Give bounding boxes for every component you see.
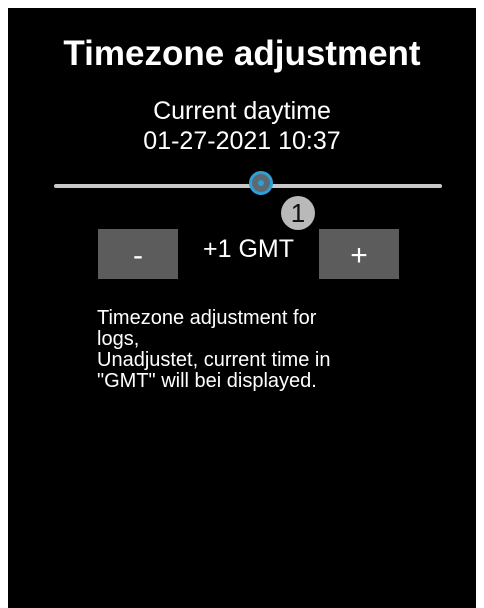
increase-timezone-button[interactable]: + <box>319 229 399 279</box>
timezone-description: Timezone adjustment for logs, Unadjustet… <box>97 308 427 392</box>
description-line: Unadjustet, current time in <box>97 349 331 371</box>
description-line: Timezone adjustment for <box>97 307 317 329</box>
decrease-timezone-button[interactable]: - <box>98 229 178 279</box>
page-title: Timezone adjustment <box>63 34 421 73</box>
timezone-offset-label: +1 GMT <box>203 235 294 263</box>
timezone-slider-track[interactable] <box>54 184 442 188</box>
description-line: logs, <box>97 328 140 350</box>
current-daytime-label: Current daytime <box>153 97 331 125</box>
current-daytime-value: 01-27-2021 10:37 <box>143 127 341 155</box>
description-line: "GMT" will bei displayed. <box>97 370 317 392</box>
slider-value-bubble: 1 <box>281 196 315 230</box>
timezone-screen: Timezone adjustment Current daytime 01-2… <box>8 8 476 608</box>
timezone-slider-thumb[interactable] <box>249 171 273 195</box>
